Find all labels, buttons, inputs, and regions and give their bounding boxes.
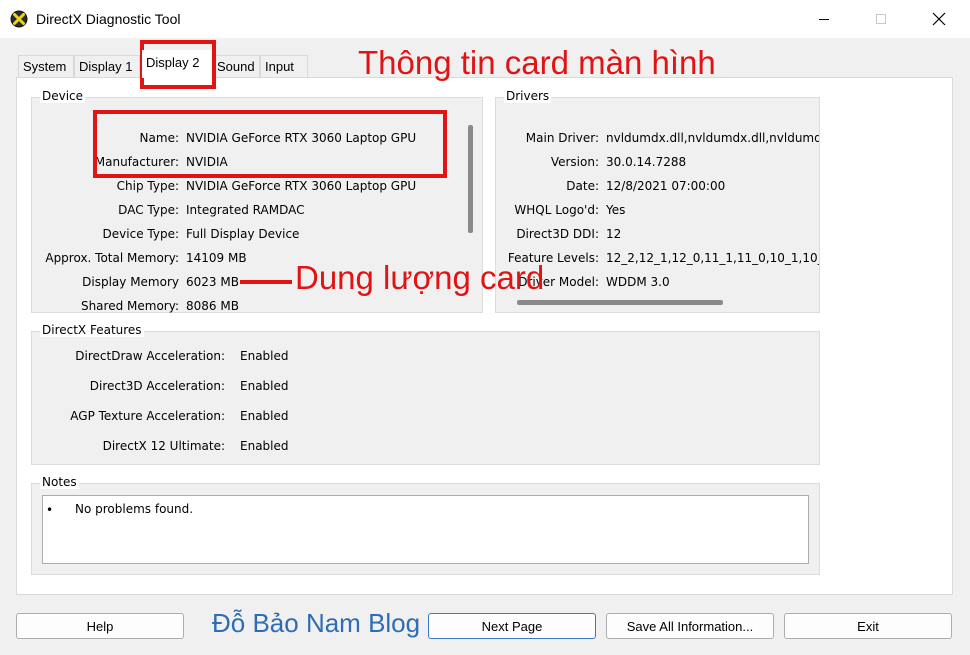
annotation-card-memory: Dung lượng card (295, 259, 545, 296)
help-button[interactable]: Help (16, 613, 184, 639)
driver-date-value: 12/8/2021 07:00:00 (606, 179, 726, 193)
driver-model-value: WDDM 3.0 (606, 275, 670, 289)
close-button[interactable] (910, 0, 968, 38)
feature-directdraw-label: DirectDraw Acceleration: (75, 349, 225, 363)
device-dac-type-label: DAC Type: (118, 203, 179, 217)
tab-sound[interactable]: Sound (212, 55, 260, 77)
directx-icon (10, 10, 28, 28)
driver-ddi-value: 12 (606, 227, 622, 241)
annotation-arrow-line (240, 280, 292, 284)
tab-input[interactable]: Input (260, 55, 308, 77)
window-title: DirectX Diagnostic Tool (36, 11, 181, 27)
annotation-card-info: Thông tin card màn hình (358, 44, 716, 81)
notes-bullet: • (46, 503, 54, 517)
feature-agp-label: AGP Texture Acceleration: (70, 409, 225, 423)
maximize-button (852, 0, 910, 38)
drivers-scrollbar[interactable] (517, 300, 723, 305)
feature-direct3d-label: Direct3D Acceleration: (89, 379, 225, 393)
driver-version-value: 30.0.14.7288 (606, 155, 687, 169)
driver-main-value: nvldumdx.dll,nvldumdx.dll,nvldumdx.d (606, 131, 819, 145)
tab-display-1[interactable]: Display 1 (74, 55, 140, 77)
save-all-information-button[interactable]: Save All Information... (606, 613, 774, 639)
driver-whql-label: WHQL Logo'd: (514, 203, 599, 217)
driver-feature-levels-value: 12_2,12_1,12_0,11_1,11_0,10_1,10_0 (606, 251, 819, 265)
notes-title: Notes (40, 475, 79, 489)
directx-features-title: DirectX Features (40, 323, 144, 337)
device-display-memory-value: 6023 MB (186, 275, 239, 289)
driver-version-label: Version: (550, 155, 599, 169)
close-icon (932, 12, 946, 26)
device-shared-memory-value: 8086 MB (186, 299, 239, 313)
driver-whql-value: Yes (606, 203, 626, 217)
device-scrollbar[interactable] (468, 125, 473, 233)
minimize-icon (819, 19, 829, 20)
feature-directdraw-value: Enabled (240, 349, 289, 363)
driver-date-label: Date: (566, 179, 599, 193)
device-device-type-value: Full Display Device (186, 227, 300, 241)
device-chip-type-value: NVIDIA GeForce RTX 3060 Laptop GPU (186, 179, 417, 193)
feature-agp-value: Enabled (240, 409, 289, 423)
device-dac-type-value: Integrated RAMDAC (186, 203, 305, 217)
drivers-content: Main Driver: nvldumdx.dll,nvldumdx.dll,n… (496, 98, 819, 298)
feature-direct3d-value: Enabled (240, 379, 289, 393)
exit-button[interactable]: Exit (784, 613, 952, 639)
driver-ddi-label: Direct3D DDI: (516, 227, 599, 241)
device-group-title: Device (40, 89, 86, 103)
notes-textbox[interactable]: • No problems found. (42, 495, 809, 564)
notes-item: No problems found. (75, 502, 194, 516)
device-shared-memory-label: Shared Memory: (80, 299, 179, 313)
feature-dx12-ultimate-value: Enabled (240, 439, 289, 453)
device-total-memory-label: Approx. Total Memory: (45, 251, 179, 265)
feature-dx12-ultimate-label: DirectX 12 Ultimate: (102, 439, 225, 453)
device-display-memory-label: Display Memory (82, 275, 179, 289)
minimize-button[interactable] (795, 0, 853, 38)
device-device-type-label: Device Type: (102, 227, 179, 241)
tab-display-2[interactable]: Display 2 (142, 50, 212, 78)
blog-watermark: Đỗ Bảo Nam Blog (212, 608, 421, 638)
maximize-icon (876, 14, 886, 24)
driver-main-label: Main Driver: (525, 131, 599, 145)
device-total-memory-value: 14109 MB (186, 251, 247, 265)
tab-system[interactable]: System (18, 55, 74, 77)
device-chip-type-label: Chip Type: (116, 179, 179, 193)
annotation-box-name-manufacturer (93, 110, 447, 178)
next-page-button[interactable]: Next Page (428, 613, 596, 639)
